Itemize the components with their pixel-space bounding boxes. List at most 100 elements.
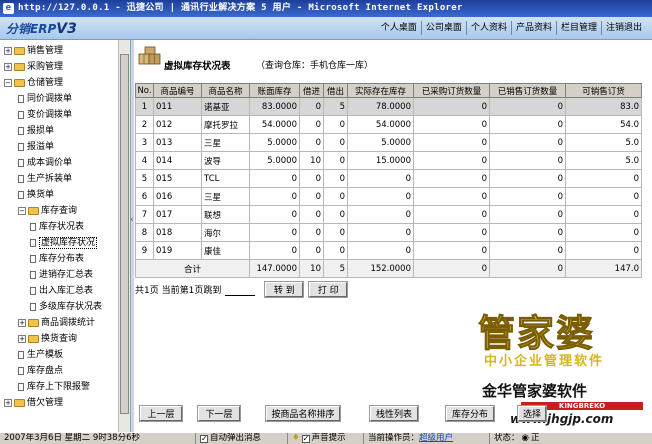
sidebar-item-label: 变价调拨单 [27, 110, 73, 120]
table-row[interactable]: 5 015 TCL 0 0 0 0 0 0 0 [135, 169, 642, 188]
column-header[interactable]: 借进 [299, 83, 324, 98]
pager-text: 共1页 当前第1页跳到 [135, 286, 222, 296]
topnav-item[interactable]: 注销退出 [600, 21, 646, 35]
topnav-item[interactable]: 个人资料 [465, 21, 511, 35]
table-cell: 0 [413, 187, 490, 206]
table-cell: 联想 [201, 205, 250, 224]
total-cell: 152.0000 [347, 259, 414, 278]
table-cell: 康佳 [201, 241, 250, 260]
sound-toggle[interactable]: ♦ 声音提示 [288, 433, 364, 444]
auto-popup-checkbox[interactable] [200, 433, 208, 444]
column-header[interactable]: No. [135, 83, 154, 98]
sidebar-item[interactable]: 报损单 [18, 124, 54, 139]
auto-popup-toggle[interactable]: 自动弹出消息 [196, 433, 288, 444]
sidebar-item[interactable]: 进销存汇总表 [30, 268, 93, 283]
column-header[interactable]: 实际存在库存 [347, 83, 414, 98]
table-cell: 0 [323, 187, 348, 206]
topnav-item[interactable]: 公司桌面 [420, 21, 466, 35]
table-row[interactable]: 1 011 诺基亚 83.0000 0 5 78.0000 0 0 83.0 [135, 97, 642, 116]
column-header[interactable]: 借出 [323, 83, 348, 98]
sidebar-item[interactable]: 多级库存状况表 [30, 300, 102, 315]
watermark-company: 金华管家婆软件 [482, 382, 588, 400]
sidebar-item[interactable]: 生产模板 [18, 348, 63, 363]
sort-by-name-button[interactable]: 按商品名称排序 [265, 405, 341, 422]
sidebar-item[interactable]: 同价调拨单 [18, 92, 72, 107]
next-level-button[interactable]: 下一层 [197, 405, 241, 422]
sidebar-item[interactable]: − 库存查询 [18, 204, 77, 219]
expand-icon[interactable]: + [4, 62, 12, 71]
column-header[interactable]: 可销售订货 [565, 83, 642, 98]
sidebar-item-label: 出入库汇总表 [39, 286, 94, 296]
collapse-icon[interactable]: − [4, 78, 12, 87]
table-cell: 6 [135, 187, 154, 206]
operator-link[interactable]: 超级用户 [419, 433, 453, 444]
sidebar-item[interactable]: 变价调拨单 [18, 108, 72, 123]
column-header[interactable]: 商品编号 [153, 83, 202, 98]
table-row[interactable]: 7 017 联想 0 0 0 0 0 0 0 [135, 205, 642, 224]
sidebar-item[interactable]: 成本调价单 [18, 156, 72, 171]
column-header[interactable]: 已销售订货数量 [489, 83, 566, 98]
document-icon [30, 302, 36, 311]
column-header[interactable]: 商品名称 [201, 83, 250, 98]
sidebar-item[interactable]: + 商品调拨统计 [18, 316, 95, 331]
table-cell: 0 [489, 205, 566, 224]
sidebar-item[interactable]: + 销售管理 [4, 44, 63, 59]
sidebar-scrollbar[interactable] [118, 40, 130, 432]
sidebar-item[interactable]: 报溢单 [18, 140, 54, 155]
topnav-item[interactable]: 栏目管理 [555, 21, 601, 35]
sidebar-item-label: 库存状况表 [39, 222, 85, 232]
sidebar-item[interactable]: 虚拟库存状况 [30, 236, 98, 251]
expand-icon[interactable]: + [4, 46, 12, 55]
table-row[interactable]: 8 018 海尔 0 0 0 0 0 0 0 [135, 223, 642, 242]
folder-icon [28, 334, 39, 343]
folder-icon [28, 206, 39, 215]
sidebar-tree: + 销售管理 + 采购管理 − 仓储管理 同价调拨单变价调拨单报损单 报溢单 成本调价单 生产拆装… [0, 40, 130, 432]
expand-icon[interactable]: + [18, 334, 26, 343]
sidebar-item[interactable]: + 采购管理 [4, 60, 63, 75]
table-row[interactable]: 4 014 波导 5.0000 10 0 15.0000 0 0 5.0 [135, 151, 642, 170]
expand-icon[interactable]: + [18, 318, 26, 327]
column-header[interactable]: 已采购订货数量 [413, 83, 490, 98]
sidebar-item[interactable]: 库存状况表 [30, 220, 84, 235]
sidebar-item[interactable]: 出入库汇总表 [30, 284, 93, 299]
sound-checkbox[interactable] [301, 433, 310, 444]
total-cell: 147.0 [565, 259, 642, 278]
tree-list-button[interactable]: 栈性列表 [369, 405, 419, 422]
sidebar-item[interactable]: 生产拆装单 [18, 172, 72, 187]
table-cell: 0 [323, 223, 348, 242]
table-row[interactable]: 3 013 三星 5.0000 0 0 5.0000 0 0 5.0 [135, 133, 642, 152]
top-navigation: 个人桌面 公司桌面 个人资料 产品资料 栏目管理 注销退出 [377, 21, 646, 35]
table-row[interactable]: 9 019 康佳 0 0 0 0 0 0 0 [135, 241, 642, 260]
sidebar-item[interactable]: 库存上下限报警 [18, 380, 90, 395]
table-row[interactable]: 6 016 三星 0 0 0 0 0 0 0 [135, 187, 642, 206]
scrollbar-thumb[interactable] [120, 54, 129, 414]
sidebar-item[interactable]: − 仓储管理 [4, 76, 63, 91]
select-button[interactable]: 选择 [517, 405, 547, 422]
sidebar-item[interactable]: 库存分布表 [30, 252, 84, 267]
table-row[interactable]: 2 012 摩托罗拉 54.0000 0 0 54.0000 0 0 54.0 [135, 115, 642, 134]
table-cell: 三星 [201, 133, 250, 152]
page-jump-input[interactable] [225, 283, 256, 296]
expand-icon[interactable]: + [4, 398, 12, 407]
table-cell: 0 [323, 205, 348, 224]
table-cell: 5.0000 [347, 133, 414, 152]
table-cell: 017 [153, 205, 202, 224]
stock-distribution-button[interactable]: 库存分布 [445, 405, 495, 422]
column-header[interactable]: 账面库存 [249, 83, 300, 98]
topnav-item[interactable]: 产品资料 [510, 21, 556, 35]
table-cell: 5.0 [565, 151, 642, 170]
sidebar-item[interactable]: 换货单 [18, 188, 54, 203]
sidebar-item[interactable]: 库存盘点 [18, 364, 63, 379]
sidebar-item[interactable]: + 借欠管理 [4, 396, 63, 411]
sidebar-item[interactable]: + 换货查询 [18, 332, 77, 347]
collapse-icon[interactable]: − [18, 206, 26, 215]
jump-button[interactable]: 转 到 [264, 281, 305, 298]
document-icon [18, 366, 24, 375]
document-icon [18, 382, 24, 391]
pager: 共1页 当前第1页跳到 转 到 打 印 [135, 281, 349, 298]
print-button[interactable]: 打 印 [308, 281, 349, 298]
sidebar-item-label: 多级库存状况表 [39, 302, 103, 312]
table-cell: 0 [489, 169, 566, 188]
topnav-item[interactable]: 个人桌面 [377, 21, 421, 35]
prev-level-button[interactable]: 上一层 [139, 405, 183, 422]
